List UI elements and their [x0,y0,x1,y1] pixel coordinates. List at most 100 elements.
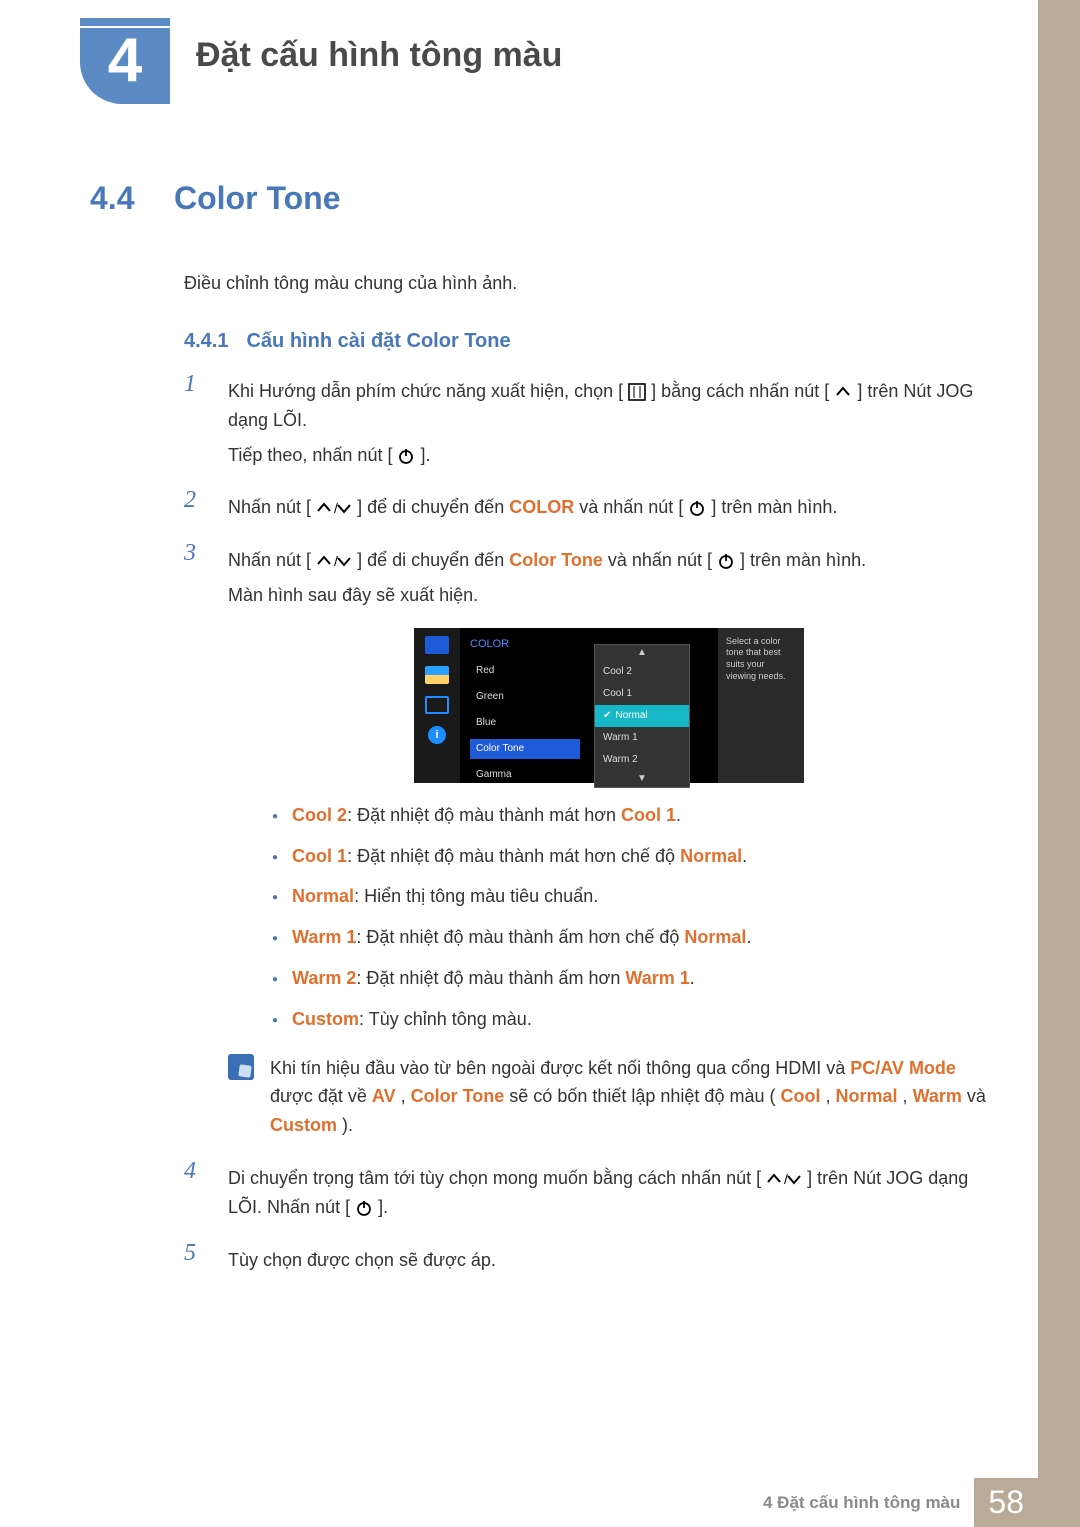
text: , [903,1086,913,1106]
keyword: PC/AV Mode [850,1058,956,1078]
osd-menu-list: COLOR Red Green Blue Color Tone Gamma [460,628,590,783]
up-icon [834,383,852,401]
osd-category: COLOR [470,636,580,654]
footer-chapter-text: 4 Đặt cấu hình tông màu [763,1493,960,1513]
text: được đặt về [270,1086,372,1106]
subsection-number: 4.4.1 [184,330,228,353]
keyword: Color Tone [411,1086,505,1106]
svg-text:/: / [784,1171,788,1187]
note-block: Khi tín hiệu đầu vào từ bên ngoài được k… [228,1054,990,1140]
keyword: Warm 1 [625,968,689,988]
bullet-dot-icon: ● [272,890,278,906]
step-body: Nhấn nút [ / ] để di chuyển đến Color To… [228,540,990,1140]
bullet-item: ●Cool 2: Đặt nhiệt độ màu thành mát hơn … [272,801,990,830]
text: Tùy chọn được chọn sẽ được áp. [228,1246,990,1275]
step-body: Khi Hướng dẫn phím chức năng xuất hiện, … [228,371,990,469]
text: Nhấn nút [ [228,550,311,570]
option-bullets: ●Cool 2: Đặt nhiệt độ màu thành mát hơn … [272,801,990,1034]
section-heading: 4.4 Color Tone [90,180,990,217]
text: , [826,1086,836,1106]
text: ] bằng cách nhấn nút [ [651,381,829,401]
right-color-band [1038,0,1080,1527]
subsection-title: Cấu hình cài đặt Color Tone [246,330,510,353]
page-footer: 4 Đặt cấu hình tông màu 58 [0,1471,1080,1527]
keyword: Cool 1 [621,805,676,825]
text: Di chuyển trọng tâm tới tùy chọn mong mu… [228,1168,761,1188]
check-icon: ✔ [603,710,611,721]
text: : Hiển thị tông màu tiêu chuẩn. [354,886,598,906]
dropdown-up-icon: ▲ [595,645,689,661]
section-number: 4.4 [90,180,146,217]
bullet-dot-icon: ● [272,972,278,988]
text: sẽ có bốn thiết lập nhiệt độ màu ( [509,1086,775,1106]
chapter-number-tab: 4 [80,18,170,104]
osd-item: Gamma [470,765,580,785]
power-icon [717,552,735,570]
step-number: 1 [184,371,210,469]
text: ]. [378,1197,388,1217]
text: Normal [615,710,647,721]
bullet-dot-icon: ● [272,809,278,825]
text: Nhấn nút [ [228,497,311,517]
text: ). [342,1115,353,1135]
step-number: 2 [184,487,210,522]
page-content: 4.4 Color Tone Điều chỉnh tông màu chung… [90,180,990,1274]
dropdown-item: Cool 1 [595,683,689,705]
keyword: Custom [292,1009,359,1029]
keyword: Warm [913,1086,962,1106]
osd-icon-info: i [428,726,446,744]
step-4: 4 Di chuyển trọng tâm tới tùy chọn mong … [184,1158,990,1222]
bullet-item: ●Cool 1: Đặt nhiệt độ màu thành mát hơn … [272,842,990,871]
keyword: Custom [270,1115,337,1135]
svg-text:/: / [334,500,338,516]
text: . [742,846,747,866]
text: Tiếp theo, nhấn nút [ [228,445,392,465]
bullet-item: ●Normal: Hiển thị tông màu tiêu chuẩn. [272,882,990,911]
keyword: Normal [684,927,746,947]
osd-item-selected: Color Tone [470,739,580,759]
footer-page-number: 58 [974,1478,1038,1527]
text: Khi tín hiệu đầu vào từ bên ngoài được k… [270,1058,850,1078]
step-number: 5 [184,1240,210,1275]
keyword: Cool [780,1086,820,1106]
steps-list: 1 Khi Hướng dẫn phím chức năng xuất hiện… [184,371,990,1274]
menu-icon [628,383,646,401]
osd-icon-picture [425,636,449,654]
osd-sidebar: i [414,628,460,783]
power-icon [355,1199,373,1217]
dropdown-item: Warm 1 [595,727,689,749]
osd-screenshot: i COLOR Red Green Blue Color Tone Gamma … [414,628,804,783]
text: và [967,1086,986,1106]
osd-item: Green [470,687,580,707]
osd-icon-color [425,666,449,684]
osd-icon-resize [425,696,449,714]
osd-item: Blue [470,713,580,733]
step-body: Tùy chọn được chọn sẽ được áp. [228,1240,990,1275]
text: ] trên màn hình. [740,550,866,570]
text: : Đặt nhiệt độ màu thành mát hơn [347,805,621,825]
bullet-item: ●Warm 2: Đặt nhiệt độ màu thành ấm hơn W… [272,964,990,993]
text: : Đặt nhiệt độ màu thành mát hơn chế độ [347,846,680,866]
osd-description: Select a color tone that best suits your… [718,628,804,783]
keyword-color: COLOR [509,497,574,517]
dropdown-item-active: ✔ Normal [595,705,689,727]
dropdown-item: Warm 2 [595,749,689,771]
step-2: 2 Nhấn nút [ / ] để di chuyển đến COLOR … [184,487,990,522]
svg-text:/: / [334,553,338,569]
text: ] để di chuyển đến [357,497,509,517]
text: : Đặt nhiệt độ màu thành ấm hơn [356,968,625,988]
step-3: 3 Nhấn nút [ / ] để di chuyển đến Color … [184,540,990,1140]
step-number: 4 [184,1158,210,1222]
bullet-dot-icon: ● [272,850,278,866]
keyword: Normal [836,1086,898,1106]
note-body: Khi tín hiệu đầu vào từ bên ngoài được k… [270,1054,990,1140]
osd-dropdown: ▲ Cool 2 Cool 1 ✔Normal Warm 1 Warm 2 ▼ [594,644,690,788]
note-icon [228,1054,254,1080]
text: . [676,805,681,825]
up-down-icon: / [316,499,352,517]
chapter-title: Đặt cấu hình tông màu [196,36,562,75]
bullet-dot-icon: ● [272,1013,278,1029]
bullet-dot-icon: ● [272,931,278,947]
dropdown-item: Cool 2 [595,661,689,683]
bullet-item: ●Warm 1: Đặt nhiệt độ màu thành ấm hơn c… [272,923,990,952]
